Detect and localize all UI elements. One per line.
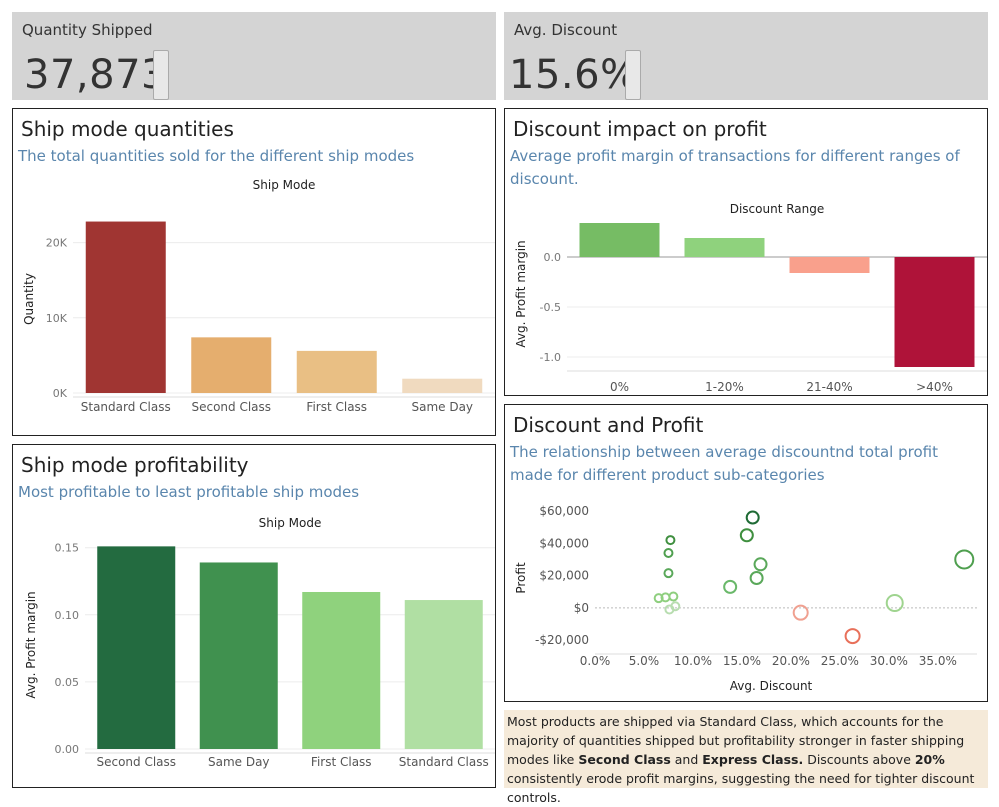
note-text: Discounts above [803, 752, 915, 767]
x-axis-title: Avg. Discount [730, 679, 813, 693]
bar [404, 600, 483, 749]
category-label: 1-20% [705, 380, 744, 394]
category-label: First Class [306, 400, 367, 414]
bar [579, 223, 660, 257]
y-tick-label: -1.0 [540, 351, 561, 364]
scatter-point [749, 571, 764, 585]
bar [402, 378, 483, 393]
kpi-value: 15.6% [509, 52, 639, 98]
category-label: Standard Class [399, 755, 489, 769]
y-tick-label: -0.5 [540, 301, 561, 314]
panel-subtitle: Most profitable to least profitable ship… [18, 483, 360, 501]
scatter-point [663, 548, 674, 558]
ship-mode-profitability-chart: Ship Mode 0.00 0.05 0.10 0.15 Avg. Profit mar… [24, 516, 495, 769]
scatter-point [663, 568, 674, 579]
category-label: First Class [311, 755, 372, 769]
scatter-point [665, 535, 676, 546]
category-label: 21-40% [806, 380, 852, 394]
bar [199, 562, 278, 749]
kpi-label: Quantity Shipped [22, 21, 153, 39]
kpi-quantity-shipped: Quantity Shipped 37,873 [12, 12, 496, 100]
ship-mode-quantities-chart: Ship Mode 0K 10K 20K Quantity Standard Class S… [22, 178, 495, 414]
panel-discount-impact: Discount impact on profit Average profit… [504, 108, 988, 396]
y-axis-title: Quantity [22, 273, 36, 325]
panel-subtitle: The relationship between average discoun… [510, 443, 938, 484]
insight-note: Most products are shipped via Standard C… [504, 710, 988, 805]
chart-header: Ship Mode [253, 178, 316, 192]
panel-title: Discount impact on profit [513, 117, 767, 141]
note-bold: Second Class [578, 752, 671, 767]
bar [894, 257, 975, 367]
panel-subtitle: The total quantities sold for the differ… [18, 147, 415, 165]
discount-impact-chart: Discount Range 0.0 -0.5 -1.0 Avg. Profit mar… [514, 202, 987, 394]
panel-title: Discount and Profit [513, 413, 704, 437]
scatter-point [745, 510, 760, 525]
y-tick-label: 0K [53, 387, 68, 400]
y-tick-label: 0.0 [544, 251, 562, 264]
scatter-point [753, 557, 768, 572]
y-tick-label: 0.00 [55, 743, 80, 756]
y-tick-label: $40,000 [539, 536, 589, 550]
kpi-label: Avg. Discount [514, 21, 618, 39]
y-tick-label: $20,000 [539, 569, 589, 583]
category-label: 0% [610, 380, 629, 394]
x-tick-label: 25.0% [821, 654, 859, 668]
kpi-slider-handle[interactable] [625, 50, 641, 100]
scatter-point [844, 628, 861, 645]
y-tick-label: $60,000 [539, 504, 589, 518]
panel-title: Ship mode profitability [21, 453, 249, 477]
x-tick-label: 20.0% [772, 654, 810, 668]
panel-title: Ship mode quantities [21, 117, 234, 141]
x-tick-label: 35.0% [919, 654, 957, 668]
x-tick-label: 0.0% [580, 654, 611, 668]
x-tick-label: 15.0% [723, 654, 761, 668]
note-text: consistently erode profit margins, sugge… [507, 771, 975, 805]
scatter-point [885, 594, 904, 612]
chart-header: Ship Mode [259, 516, 322, 530]
y-tick-label: 20K [46, 237, 68, 250]
panel-ship-mode-quantities: Ship mode quantities The total quantitie… [12, 108, 496, 436]
scatter-point [723, 579, 738, 594]
y-tick-label: 0.15 [55, 542, 80, 555]
panel-subtitle: Average profit margin of transactions fo… [510, 147, 960, 188]
category-label: Same Day [208, 755, 270, 769]
chart-header: Discount Range [730, 202, 825, 216]
bar [85, 221, 166, 393]
y-axis-title: Profit [514, 562, 528, 594]
scatter-point [954, 549, 975, 570]
kpi-value: 37,873 [24, 52, 167, 98]
y-axis-title: Avg. Profit margin [24, 591, 38, 698]
bar [296, 350, 377, 393]
y-tick-label: $0 [574, 601, 589, 615]
y-tick-label: -$20,000 [535, 633, 589, 647]
y-tick-label: 10K [46, 312, 68, 325]
x-tick-label: 5.0% [629, 654, 660, 668]
category-label: >40% [916, 380, 953, 394]
bar [97, 546, 176, 749]
note-bold: 20% [914, 752, 945, 767]
category-label: Standard Class [81, 400, 171, 414]
kpi-slider-handle[interactable] [153, 50, 169, 100]
bar [684, 238, 765, 257]
x-tick-label: 30.0% [870, 654, 908, 668]
y-tick-label: 0.05 [55, 676, 80, 689]
bar [191, 337, 272, 393]
category-label: Same Day [411, 400, 473, 414]
category-label: Second Class [191, 400, 271, 414]
category-label: Second Class [96, 755, 176, 769]
discount-profit-scatter: $60,000 $40,000 $20,000 $0 -$20,000 0.0% 5.0% 1… [514, 504, 977, 693]
note-bold: Express Class. [702, 752, 804, 767]
note-text: and [670, 752, 703, 767]
scatter-point [668, 591, 679, 602]
bar [302, 591, 381, 749]
panel-discount-and-profit: Discount and Profit The relationship bet… [504, 404, 988, 702]
scatter-point [739, 528, 754, 543]
panel-ship-mode-profitability: Ship mode profitability Most profitable … [12, 444, 496, 788]
bar [789, 257, 870, 273]
kpi-avg-discount: Avg. Discount 15.6% [504, 12, 988, 100]
y-axis-title: Avg. Profit margin [514, 240, 528, 347]
x-tick-label: 10.0% [674, 654, 712, 668]
y-tick-label: 0.10 [55, 609, 80, 622]
